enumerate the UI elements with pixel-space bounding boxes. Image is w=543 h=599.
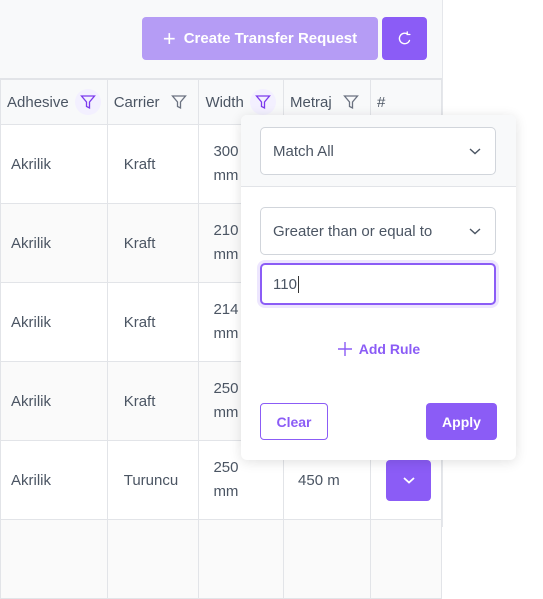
match-mode-dropdown[interactable]: Match All — [260, 127, 496, 175]
filter-icon[interactable] — [74, 89, 101, 115]
add-rule-label: Add Rule — [358, 341, 421, 357]
add-rule-button[interactable]: Add Rule — [260, 341, 497, 357]
create-transfer-request-button[interactable]: + Create Transfer Request — [142, 17, 378, 60]
row-expand-button[interactable] — [386, 459, 431, 501]
column-label: # — [377, 93, 386, 111]
width-unit: mm — [213, 483, 239, 500]
match-mode-value: Match All — [273, 142, 334, 160]
clear-button[interactable]: Clear — [260, 403, 328, 440]
column-label: Metraj — [290, 93, 332, 111]
filter-rule: Greater than or equal to 110 Add Rule — [241, 187, 516, 357]
column-header-adhesive: Adhesive — [0, 79, 108, 125]
chevron-down-icon — [469, 228, 481, 235]
plus-icon: + — [162, 25, 176, 51]
refresh-icon — [398, 30, 411, 44]
column-header-carrier: Carrier — [106, 79, 200, 125]
chevron-down-icon — [402, 477, 415, 484]
apply-button[interactable]: Apply — [426, 403, 497, 440]
filter-value-text: 110 — [273, 275, 297, 293]
adhesive-cell: Akrilik — [0, 282, 108, 362]
filter-icon[interactable] — [249, 89, 276, 115]
carrier-cell: Kraft — [106, 282, 200, 362]
filter-footer: Clear Apply — [260, 403, 497, 440]
filter-icon[interactable] — [338, 89, 364, 115]
toolbar: + Create Transfer Request — [0, 0, 442, 79]
adhesive-cell: Akrilik — [0, 440, 108, 520]
filter-operator-section: Match All — [241, 115, 516, 187]
table-row — [0, 519, 442, 599]
create-transfer-request-label: Create Transfer Request — [183, 30, 358, 47]
plus-icon — [337, 342, 352, 356]
column-filter-popup: Match All Greater than or equal to 110 A… — [241, 115, 516, 460]
carrier-cell: Kraft — [106, 361, 200, 441]
condition-value: Greater than or equal to — [273, 222, 433, 240]
adhesive-cell: Akrilik — [0, 124, 108, 204]
condition-dropdown[interactable]: Greater than or equal to — [260, 207, 496, 255]
column-label: Adhesive — [7, 93, 69, 111]
column-label: Width — [205, 93, 244, 111]
carrier-cell: Kraft — [106, 124, 200, 204]
column-label: Carrier — [113, 93, 160, 111]
carrier-cell: Turuncu — [106, 440, 200, 520]
refresh-button[interactable] — [382, 17, 427, 60]
filter-value-input[interactable]: 110 — [260, 263, 496, 305]
adhesive-cell: Akrilik — [0, 361, 108, 441]
text-caret — [297, 275, 299, 293]
filter-icon[interactable] — [166, 89, 192, 115]
adhesive-cell: Akrilik — [0, 203, 108, 283]
carrier-cell: Kraft — [106, 203, 200, 283]
chevron-down-icon — [469, 148, 481, 155]
